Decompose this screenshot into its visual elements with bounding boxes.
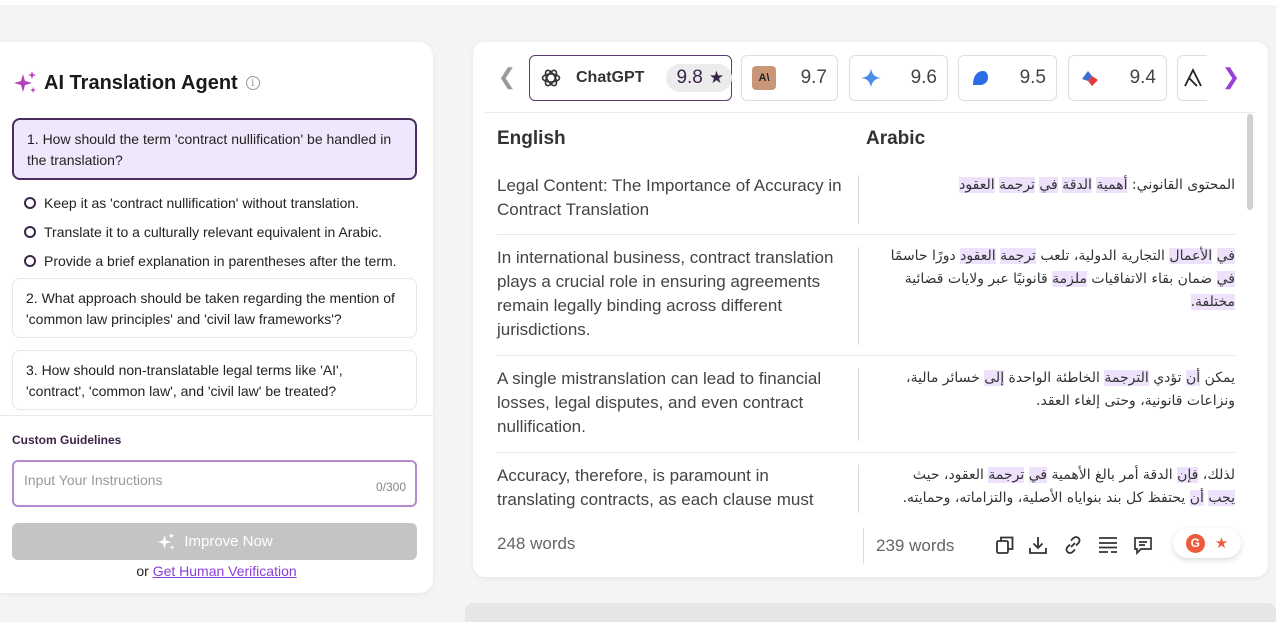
- model-4[interactable]: 9.5: [958, 55, 1057, 101]
- translation-agent-panel: AI Translation Agent i 1. How should the…: [0, 42, 433, 593]
- model-selector-bar: ❮ ChatGPT 9.8 ★ A\ 9.7 9.6 9.5 9.4 ❯: [473, 42, 1268, 112]
- translation-row: Legal Content: The Importance of Accurac…: [497, 167, 1235, 235]
- translation-panel: ❮ ChatGPT 9.8 ★ A\ 9.7 9.6 9.5 9.4 ❯ Eng…: [473, 42, 1268, 577]
- target-text[interactable]: المحتوى القانوني: أهمية الدقة في ترجمة ا…: [883, 174, 1235, 197]
- option-explain[interactable]: Provide a brief explanation in parenthes…: [24, 246, 397, 275]
- question-card-1[interactable]: 1. How should the term 'contract nullifi…: [12, 118, 417, 180]
- top-bar: [0, 0, 1276, 5]
- verify-prefix: or: [136, 563, 149, 579]
- info-icon[interactable]: i: [245, 76, 260, 90]
- score-badge: 9.8 ★: [666, 64, 733, 92]
- improve-label: Improve Now: [184, 533, 273, 550]
- radio-icon[interactable]: [24, 254, 36, 267]
- scrollbar[interactable]: [1247, 114, 1253, 210]
- blue-blob-icon: [969, 67, 991, 89]
- copy-icon[interactable]: [994, 534, 1016, 556]
- gemini-icon: [860, 67, 882, 89]
- panel-title: AI Translation Agent: [44, 71, 238, 94]
- anthropic-icon: A\: [752, 66, 776, 90]
- source-language-header: English: [497, 128, 566, 149]
- verification-line: or Get Human Verification: [0, 563, 433, 579]
- option-keep[interactable]: Keep it as 'contract nullification' with…: [24, 188, 397, 217]
- sparkle-icon: [14, 71, 36, 93]
- chevron-left-icon[interactable]: ❮: [497, 64, 517, 89]
- divider: [485, 112, 1255, 113]
- panel-header: AI Translation Agent i: [12, 70, 260, 96]
- row-divider: [858, 175, 859, 224]
- model-2[interactable]: A\ 9.7: [741, 55, 838, 101]
- question-card-2[interactable]: 2. What approach should be taken regardi…: [12, 278, 417, 338]
- source-word-count: 248 words: [497, 534, 576, 553]
- chatgpt-icon: [540, 67, 562, 89]
- footer-divider: [863, 528, 864, 564]
- option-label: Translate it to a culturally relevant eq…: [44, 223, 382, 240]
- model-score: 9.8: [676, 67, 703, 88]
- partial-model-icon: [1182, 67, 1204, 89]
- model-score: 9.7: [800, 67, 827, 88]
- target-text[interactable]: في الأعمال التجارية الدولية، تلعب ترجمة …: [883, 245, 1235, 314]
- source-text: Legal Content: The Importance of Accurac…: [497, 176, 842, 219]
- model-score: 9.4: [1129, 67, 1156, 88]
- source-text: A single mistranslation can lead to fina…: [497, 369, 822, 436]
- model-score: 9.5: [1019, 67, 1046, 88]
- model-score: 9.6: [910, 67, 937, 88]
- row-divider: [858, 368, 859, 441]
- char-count: 0/300: [375, 480, 406, 494]
- custom-guidelines-label: Custom Guidelines: [12, 433, 122, 447]
- radio-icon[interactable]: [24, 225, 36, 238]
- option-label: Provide a brief explanation in parenthes…: [44, 252, 397, 269]
- star-icon: ★: [708, 68, 725, 87]
- translation-row: A single mistranslation can lead to fina…: [497, 356, 1235, 453]
- target-text[interactable]: يمكن أن تؤدي الترجمة الخاطئة الواحدة إلى…: [883, 367, 1235, 413]
- lower-panel-edge: [465, 603, 1276, 622]
- translation-row: In international business, contract tran…: [497, 235, 1235, 356]
- human-verification-link[interactable]: Get Human Verification: [153, 563, 297, 579]
- target-language-header: Arabic: [866, 128, 926, 149]
- red-diamond-icon: [1079, 67, 1101, 89]
- g-logo-icon[interactable]: G: [1185, 533, 1205, 553]
- target-word-count: 239 words: [876, 536, 955, 555]
- model-3[interactable]: 9.6: [849, 55, 948, 101]
- row-divider: [858, 247, 859, 345]
- star-icon[interactable]: ★: [1215, 534, 1228, 552]
- input-placeholder: Input Your Instructions: [24, 472, 163, 488]
- option-label: Keep it as 'contract nullification' with…: [44, 194, 360, 211]
- download-icon[interactable]: [1027, 534, 1049, 556]
- sparkle-icon: [157, 532, 175, 550]
- improve-now-button[interactable]: Improve Now: [12, 523, 417, 560]
- question-card-3[interactable]: 3. How should non-translatable legal ter…: [12, 350, 417, 410]
- model-5[interactable]: 9.4: [1068, 55, 1167, 101]
- target-text[interactable]: لذلك، فإن الدقة أمر بالغ الأهمية في ترجم…: [883, 464, 1235, 510]
- radio-icon[interactable]: [24, 196, 36, 209]
- option-translate[interactable]: Translate it to a culturally relevant eq…: [24, 217, 397, 246]
- chevron-right-icon[interactable]: ❯: [1221, 64, 1241, 89]
- row-divider: [858, 465, 859, 513]
- translation-row: Accuracy, therefore, is paramount in tra…: [497, 453, 1235, 513]
- align-icon[interactable]: [1097, 534, 1119, 556]
- link-icon[interactable]: [1062, 534, 1084, 556]
- rating-widget[interactable]: G ★: [1173, 528, 1241, 558]
- source-text: Accuracy, therefore, is paramount in tra…: [497, 466, 814, 509]
- model-6[interactable]: [1177, 55, 1207, 101]
- instructions-input[interactable]: Input Your Instructions 0/300: [12, 460, 417, 507]
- comment-icon[interactable]: [1132, 534, 1154, 556]
- model-chatgpt[interactable]: ChatGPT 9.8 ★: [529, 55, 733, 101]
- model-name: ChatGPT: [576, 69, 645, 86]
- source-text: In international business, contract tran…: [497, 248, 834, 339]
- answer-options: Keep it as 'contract nullification' with…: [24, 188, 397, 275]
- translation-content: English Arabic Legal Content: The Import…: [473, 118, 1248, 513]
- divider: [0, 415, 433, 416]
